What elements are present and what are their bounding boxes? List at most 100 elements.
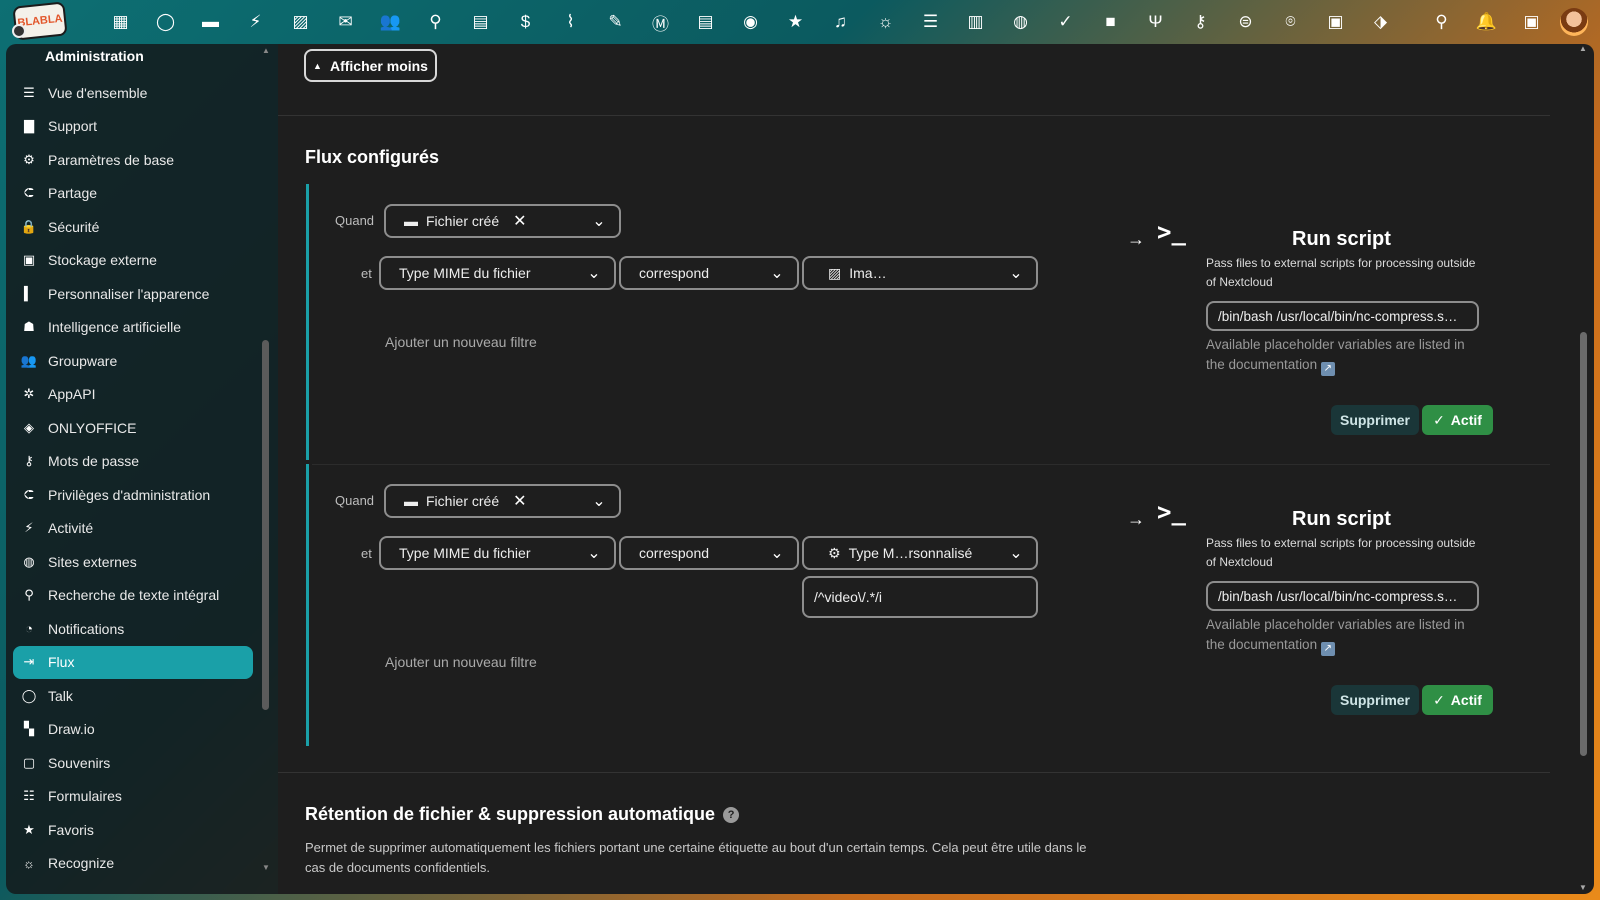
- sidebar-item[interactable]: ⚡ Activité: [13, 512, 253, 546]
- active-button[interactable]: ✓ Actif: [1422, 685, 1493, 715]
- sidebar-item[interactable]: ◈ ONLYOFFICE: [13, 411, 253, 445]
- sidebar-item[interactable]: ☼ Recognize: [13, 847, 253, 881]
- sidebar-item[interactable]: ⮈ Partage: [13, 177, 253, 211]
- main-scrollbar[interactable]: ▲ ▼: [1579, 44, 1588, 894]
- mail-icon[interactable]: ✉: [323, 0, 368, 44]
- sidebar-item[interactable]: ⚙ Paramètres de base: [13, 143, 253, 177]
- scroll-up-icon[interactable]: ▲: [1579, 44, 1587, 53]
- custom-mime-input[interactable]: /^video\/.*/i: [802, 576, 1038, 618]
- admin-icon: ⮈: [24, 486, 34, 502]
- music-icon[interactable]: ♫: [818, 0, 863, 44]
- recognize-icon[interactable]: ☼: [863, 0, 908, 44]
- value-select[interactable]: ⚙ Type M…rsonnalisé ⌄: [802, 536, 1038, 570]
- sidebar-item-label: Draw.io: [48, 721, 95, 738]
- chevron-down-icon: ⌄: [1009, 545, 1023, 562]
- contacts-menu-icon[interactable]: ▣: [1509, 0, 1554, 44]
- check-field-select[interactable]: Type MIME du fichier ⌄: [379, 256, 616, 290]
- search-icon[interactable]: ⚲: [413, 0, 458, 44]
- close-icon[interactable]: ✕: [513, 491, 526, 511]
- maps-icon[interactable]: ⌾: [1268, 0, 1313, 44]
- trigger-select[interactable]: ▬ Fichier créé ✕ ⌄: [384, 484, 621, 518]
- avatar[interactable]: [1560, 8, 1588, 36]
- placeholder-note: Available placeholder variables are list…: [1206, 335, 1486, 376]
- chevron-down-icon: ⌄: [592, 213, 606, 230]
- contacts-icon[interactable]: 👥: [368, 0, 413, 44]
- tasks-icon[interactable]: ☰: [908, 0, 953, 44]
- sidebar-item[interactable]: ◍ Sites externes: [13, 545, 253, 579]
- add-filter-link[interactable]: Ajouter un nouveau filtre: [385, 654, 537, 670]
- script-input[interactable]: /bin/bash /usr/local/bin/nc-compress.s…: [1206, 581, 1479, 611]
- sidebar-item[interactable]: ⇥ Flux: [13, 645, 253, 679]
- sidebar-item[interactable]: ★ Favoris: [13, 813, 253, 847]
- terminal-icon: >_: [1157, 218, 1186, 246]
- delete-button[interactable]: Supprimer: [1331, 685, 1419, 715]
- sidebar-item[interactable]: ☷ Formulaires: [13, 780, 253, 814]
- sidebar-item[interactable]: ▢ Souvenirs: [13, 746, 253, 780]
- check-icon[interactable]: ✓: [1043, 0, 1088, 44]
- sidebar-item-label: Flux: [48, 654, 75, 671]
- sidebar-scrollbar[interactable]: ▲ ▼: [262, 44, 270, 894]
- script-input[interactable]: /bin/bash /usr/local/bin/nc-compress.s…: [1206, 301, 1479, 331]
- passwords-icon[interactable]: ⚷: [1178, 0, 1223, 44]
- github-icon[interactable]: ◉: [728, 0, 773, 44]
- photos-icon[interactable]: ▨: [278, 0, 323, 44]
- sidebar-item[interactable]: ▚ Draw.io: [13, 713, 253, 747]
- sidebar-item[interactable]: ▍ Personnaliser l'apparence: [13, 277, 253, 311]
- trigger-select[interactable]: ▬ Fichier créé ✕ ⌄: [384, 204, 621, 238]
- sidebar-item[interactable]: ⚷ Mots de passe: [13, 445, 253, 479]
- sidebar-item[interactable]: ▣ Stockage externe: [13, 244, 253, 278]
- scroll-down-icon[interactable]: ▼: [262, 863, 270, 872]
- deck-icon[interactable]: ▤: [683, 0, 728, 44]
- cookbook-icon[interactable]: Ψ: [1133, 0, 1178, 44]
- active-button[interactable]: ✓ Actif: [1422, 405, 1493, 435]
- unified-search-icon[interactable]: ⚲: [1419, 0, 1464, 44]
- files-icon[interactable]: ▬: [188, 0, 233, 44]
- sidebar-item[interactable]: 🔒 Sécurité: [13, 210, 253, 244]
- help-icon[interactable]: ?: [723, 807, 740, 823]
- sidebar-item[interactable]: ✲ AppAPI: [13, 378, 253, 412]
- add-filter-link[interactable]: Ajouter un nouveau filtre: [385, 334, 537, 350]
- sidebar-item[interactable]: ◔ Notifications: [13, 612, 253, 646]
- notifications-icon[interactable]: 🔔: [1464, 0, 1509, 44]
- sidebar-item[interactable]: ☗ Intelligence artificielle: [13, 311, 253, 345]
- memories-icon[interactable]: ▣: [1313, 0, 1358, 44]
- sidebar-item[interactable]: ⚲ Recherche de texte intégral: [13, 579, 253, 613]
- sidebar-scroll-thumb[interactable]: [262, 340, 269, 710]
- check-field-select[interactable]: Type MIME du fichier ⌄: [379, 536, 616, 570]
- analytics-icon[interactable]: ▥: [953, 0, 998, 44]
- money-icon[interactable]: $: [503, 0, 548, 44]
- top-bar: BLABLA ▦ ◯ ▬ ⚡ ▨ ✉ 👥 ⚲ ▤ $ ⌇ ✎ Ⓜ ▤ ◉ ★ ♫…: [0, 0, 1600, 44]
- calendar-icon[interactable]: ▤: [458, 0, 503, 44]
- groupware-icon: 👥: [20, 352, 38, 368]
- operator-select[interactable]: correspond ⌄: [619, 256, 799, 290]
- sidebar-item[interactable]: •…: [13, 880, 253, 894]
- integration-icon[interactable]: ⊜: [1223, 0, 1268, 44]
- delete-button[interactable]: Supprimer: [1331, 405, 1419, 435]
- key-icon: ⚷: [24, 453, 34, 469]
- close-icon[interactable]: ✕: [513, 211, 526, 231]
- scroll-down-icon[interactable]: ▼: [1579, 883, 1587, 892]
- value-text: Ima…: [849, 265, 887, 281]
- talk-icon[interactable]: ◯: [143, 0, 188, 44]
- operator-select[interactable]: correspond ⌄: [619, 536, 799, 570]
- notes-icon[interactable]: ✎: [593, 0, 638, 44]
- dashboard-icon[interactable]: ▦: [98, 0, 143, 44]
- mastodon-icon[interactable]: Ⓜ: [638, 0, 683, 44]
- main-scroll-thumb[interactable]: [1580, 332, 1587, 756]
- sidebar-item[interactable]: ☰ Vue d'ensemble: [13, 76, 253, 110]
- web-icon[interactable]: ◍: [998, 0, 1043, 44]
- show-less-button[interactable]: ▲ Afficher moins: [304, 49, 437, 82]
- tickets-icon[interactable]: ⬗: [1358, 0, 1403, 44]
- sidebar-item[interactable]: ▇ Support: [13, 110, 253, 144]
- external-link-icon[interactable]: ↗: [1320, 362, 1335, 376]
- sidebar-item[interactable]: 👥 Groupware: [13, 344, 253, 378]
- sidebar-item[interactable]: ◯ Talk: [13, 679, 253, 713]
- video-icon[interactable]: ■: [1088, 0, 1133, 44]
- scroll-up-icon[interactable]: ▲: [262, 46, 270, 55]
- external-link-icon[interactable]: ↗: [1320, 642, 1335, 656]
- favorites-icon[interactable]: ★: [773, 0, 818, 44]
- cleanup-icon[interactable]: ⌇: [548, 0, 593, 44]
- value-select[interactable]: ▨ Ima… ⌄: [802, 256, 1038, 290]
- activity-icon[interactable]: ⚡: [233, 0, 278, 44]
- sidebar-item[interactable]: ⮈ Privilèges d'administration: [13, 478, 253, 512]
